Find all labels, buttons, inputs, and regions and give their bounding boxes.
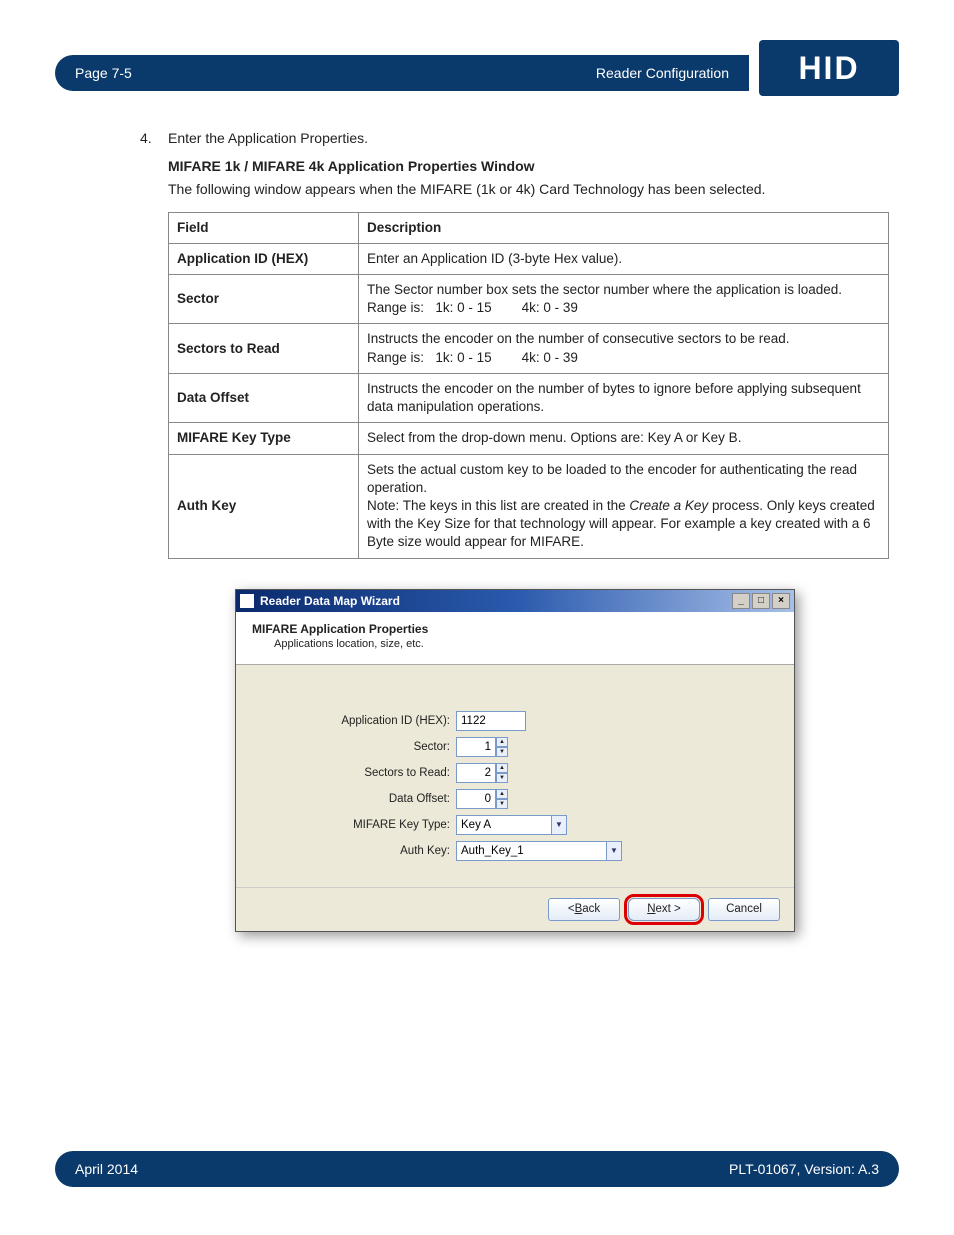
sectors-read-label: Sectors to Read: <box>236 767 456 779</box>
dropdown-icon[interactable]: ▼ <box>606 841 622 861</box>
field-name: Auth Key <box>169 454 359 558</box>
wizard-header: MIFARE Application Properties Applicatio… <box>236 612 794 665</box>
col-field: Field <box>169 212 359 243</box>
sector-spinner[interactable]: ▲▼ <box>456 737 508 757</box>
wizard-subheading: Applications location, size, etc. <box>252 638 778 650</box>
table-row: Application ID (HEX) Enter an Applicatio… <box>169 243 889 274</box>
window-icon: ▦ <box>240 594 254 608</box>
page-content: 4. Enter the Application Properties. MIF… <box>140 130 889 932</box>
sectors-read-spinner[interactable]: ▲▼ <box>456 763 508 783</box>
field-desc: Instructs the encoder on the number of c… <box>359 324 889 373</box>
close-button[interactable]: × <box>772 593 790 609</box>
maximize-button[interactable]: □ <box>752 593 770 609</box>
field-name: Application ID (HEX) <box>169 243 359 274</box>
spin-down-icon[interactable]: ▼ <box>496 773 508 783</box>
auth-key-label: Auth Key: <box>236 845 456 857</box>
table-row: MIFARE Key Type Select from the drop-dow… <box>169 423 889 454</box>
app-id-input[interactable] <box>456 711 526 731</box>
app-id-label: Application ID (HEX): <box>236 715 456 727</box>
section-title-bar: Reader Configuration <box>152 55 749 91</box>
minimize-button[interactable]: _ <box>732 593 750 609</box>
spin-up-icon[interactable]: ▲ <box>496 789 508 799</box>
back-button[interactable]: < Back <box>548 898 620 921</box>
subheading: MIFARE 1k / MIFARE 4k Application Proper… <box>168 158 889 174</box>
cancel-button[interactable]: Cancel <box>708 898 780 921</box>
field-name: Sector <box>169 275 359 324</box>
field-desc: Instructs the encoder on the number of b… <box>359 373 889 422</box>
data-offset-label: Data Offset: <box>236 793 456 805</box>
data-offset-input[interactable] <box>456 789 496 809</box>
table-row: Sector The Sector number box sets the se… <box>169 275 889 324</box>
dropdown-icon[interactable]: ▼ <box>551 815 567 835</box>
key-type-combo[interactable]: ▼ <box>456 815 567 835</box>
step-4: 4. Enter the Application Properties. <box>168 130 889 146</box>
table-row: Sectors to Read Instructs the encoder on… <box>169 324 889 373</box>
table-row: Data Offset Instructs the encoder on the… <box>169 373 889 422</box>
field-desc: Select from the drop-down menu. Options … <box>359 423 889 454</box>
sector-label: Sector: <box>236 741 456 753</box>
hid-logo: HID <box>759 40 899 96</box>
section-title: Reader Configuration <box>596 65 729 81</box>
step-text: Enter the Application Properties. <box>168 130 368 146</box>
field-desc: The Sector number box sets the sector nu… <box>359 275 889 324</box>
titlebar[interactable]: ▦ Reader Data Map Wizard _ □ × <box>236 590 794 612</box>
wizard-footer: < Back Next > Cancel <box>236 887 794 931</box>
data-offset-spinner[interactable]: ▲▼ <box>456 789 508 809</box>
page-footer: April 2014 PLT-01067, Version: A.3 <box>55 1151 899 1187</box>
wizard-body: Application ID (HEX): Sector: ▲▼ Sectors… <box>236 665 794 887</box>
page-number-pill: Page 7-5 <box>55 55 152 91</box>
step-number: 4. <box>140 130 152 146</box>
next-button[interactable]: Next > <box>628 898 700 921</box>
page-header: Page 7-5 Reader Configuration HID <box>55 55 899 91</box>
field-name: MIFARE Key Type <box>169 423 359 454</box>
sector-input[interactable] <box>456 737 496 757</box>
intro-paragraph: The following window appears when the MI… <box>168 180 889 200</box>
auth-key-combo[interactable]: ▼ <box>456 841 622 861</box>
field-description-table: Field Description Application ID (HEX) E… <box>168 212 889 559</box>
wizard-heading: MIFARE Application Properties <box>252 622 778 636</box>
field-name: Data Offset <box>169 373 359 422</box>
spin-up-icon[interactable]: ▲ <box>496 763 508 773</box>
auth-key-input[interactable] <box>456 841 606 861</box>
field-desc: Sets the actual custom key to be loaded … <box>359 454 889 558</box>
spin-down-icon[interactable]: ▼ <box>496 799 508 809</box>
sectors-read-input[interactable] <box>456 763 496 783</box>
spin-down-icon[interactable]: ▼ <box>496 747 508 757</box>
key-type-label: MIFARE Key Type: <box>236 819 456 831</box>
spin-up-icon[interactable]: ▲ <box>496 737 508 747</box>
table-row: Auth Key Sets the actual custom key to b… <box>169 454 889 558</box>
key-type-input[interactable] <box>456 815 551 835</box>
wizard-window: ▦ Reader Data Map Wizard _ □ × MIFARE Ap… <box>235 589 795 932</box>
footer-doc-id: PLT-01067, Version: A.3 <box>729 1161 879 1177</box>
footer-date: April 2014 <box>75 1161 138 1177</box>
field-name: Sectors to Read <box>169 324 359 373</box>
field-desc: Enter an Application ID (3-byte Hex valu… <box>359 243 889 274</box>
window-title: Reader Data Map Wizard <box>260 594 732 608</box>
col-description: Description <box>359 212 889 243</box>
